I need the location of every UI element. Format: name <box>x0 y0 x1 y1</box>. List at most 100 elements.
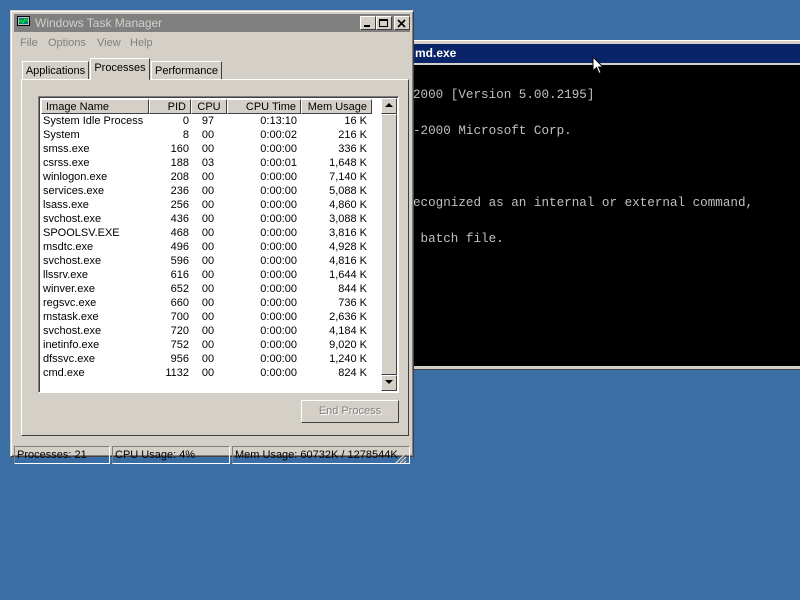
scroll-thumb[interactable] <box>381 114 397 375</box>
process-cpu: 00 <box>201 283 215 295</box>
table-row[interactable]: svchost.exe 436 00 0:00:00 3,088 K <box>41 212 382 226</box>
process-name: winver.exe <box>43 283 95 295</box>
status-mem-usage: Mem Usage: 60732K / 1278544K <box>232 446 410 464</box>
table-row[interactable]: svchost.exe 596 00 0:00:00 4,816 K <box>41 254 382 268</box>
process-cpu-time: 0:00:00 <box>260 283 297 295</box>
process-name: cmd.exe <box>43 367 85 379</box>
process-name: msdtc.exe <box>43 241 94 253</box>
table-row[interactable]: System 8 00 0:00:02 216 K <box>41 128 382 142</box>
process-name: System <box>43 129 80 141</box>
process-pid: 660 <box>170 297 189 309</box>
process-pid: 160 <box>170 143 189 155</box>
process-name: svchost.exe <box>43 255 102 267</box>
task-manager-icon <box>17 16 30 28</box>
vertical-scrollbar[interactable] <box>381 98 397 391</box>
process-cpu: 00 <box>201 143 215 155</box>
table-row[interactable]: msdtc.exe 496 00 0:00:00 4,928 K <box>41 240 382 254</box>
process-pid: 256 <box>170 199 189 211</box>
process-mem-usage: 4,816 K <box>329 255 367 267</box>
resize-grip-icon[interactable] <box>395 452 407 464</box>
process-name: services.exe <box>43 185 105 197</box>
table-row[interactable]: lsass.exe 256 00 0:00:00 4,860 K <box>41 198 382 212</box>
table-row[interactable]: winlogon.exe 208 00 0:00:00 7,140 K <box>41 170 382 184</box>
menu-help[interactable]: Help <box>130 33 153 53</box>
table-row[interactable]: mstask.exe 700 00 0:00:00 2,636 K <box>41 310 382 324</box>
task-manager-window[interactable]: Windows Task Manager File Options View H… <box>10 10 414 464</box>
minimize-icon <box>364 25 370 27</box>
table-row[interactable]: smss.exe 160 00 0:00:00 336 K <box>41 142 382 156</box>
process-pid: 436 <box>170 213 189 225</box>
process-list[interactable]: Image Name PID CPU CPU Time Mem Usage Sy… <box>38 96 399 393</box>
table-row[interactable]: regsvc.exe 660 00 0:00:00 736 K <box>41 296 382 310</box>
process-cpu-time: 0:00:00 <box>260 199 297 211</box>
column-mem-usage[interactable]: Mem Usage <box>301 99 372 114</box>
end-process-button[interactable]: End Process <box>301 400 399 423</box>
tm-titlebar[interactable]: Windows Task Manager <box>14 14 410 32</box>
table-row[interactable]: cmd.exe 1132 00 0:00:00 824 K <box>41 366 382 380</box>
process-mem-usage: 824 K <box>338 367 367 379</box>
table-row[interactable]: dfssvc.exe 956 00 0:00:00 1,240 K <box>41 352 382 366</box>
table-row[interactable]: inetinfo.exe 752 00 0:00:00 9,020 K <box>41 338 382 352</box>
maximize-button[interactable] <box>376 16 392 30</box>
scroll-up-button[interactable] <box>381 98 397 114</box>
table-row[interactable]: winver.exe 652 00 0:00:00 844 K <box>41 282 382 296</box>
table-row[interactable]: llssrv.exe 616 00 0:00:00 1,644 K <box>41 268 382 282</box>
column-cpu[interactable]: CPU <box>191 99 227 114</box>
process-pid: 616 <box>170 269 189 281</box>
process-cpu: 00 <box>201 339 215 351</box>
minimize-button[interactable] <box>360 16 376 30</box>
process-name: winlogon.exe <box>43 171 108 183</box>
process-cpu-time: 0:00:00 <box>260 227 297 239</box>
process-pid: 596 <box>170 255 189 267</box>
table-row[interactable]: svchost.exe 720 00 0:00:00 4,184 K <box>41 324 382 338</box>
process-mem-usage: 736 K <box>338 297 367 309</box>
process-pid: 468 <box>170 227 189 239</box>
process-cpu: 00 <box>201 353 215 365</box>
menu-file[interactable]: File <box>20 33 38 53</box>
process-cpu: 00 <box>201 311 215 323</box>
table-row[interactable]: System Idle Process 0 97 0:13:10 16 K <box>41 114 382 128</box>
column-cpu-time[interactable]: CPU Time <box>227 99 301 114</box>
table-row[interactable]: services.exe 236 00 0:00:00 5,088 K <box>41 184 382 198</box>
process-cpu-time: 0:00:00 <box>260 297 297 309</box>
process-mem-usage: 3,088 K <box>329 213 367 225</box>
process-name: dfssvc.exe <box>43 353 95 365</box>
list-header: Image Name PID CPU CPU Time Mem Usage <box>41 99 382 114</box>
process-name: svchost.exe <box>43 325 102 337</box>
process-cpu-time: 0:13:10 <box>260 115 297 127</box>
tab-applications[interactable]: Applications <box>22 61 89 80</box>
process-name: System Idle Process <box>43 115 144 127</box>
tab-processes[interactable]: Processes <box>90 58 150 80</box>
menu-view[interactable]: View <box>97 33 121 53</box>
cmd-console[interactable]: 2000 [Version 5.00.2195] -2000 Microsoft… <box>408 65 800 366</box>
process-mem-usage: 216 K <box>338 129 367 141</box>
process-cpu: 00 <box>201 227 215 239</box>
close-button[interactable] <box>394 16 410 30</box>
arrow-down-icon <box>385 380 393 384</box>
column-pid[interactable]: PID <box>149 99 191 114</box>
tab-performance[interactable]: Performance <box>151 61 222 80</box>
column-image-name[interactable]: Image Name <box>41 99 149 114</box>
close-icon <box>397 19 406 28</box>
cmd-title: md.exe <box>415 46 457 60</box>
process-pid: 208 <box>170 171 189 183</box>
table-row[interactable]: csrss.exe 188 03 0:00:01 1,648 K <box>41 156 382 170</box>
status-processes: Processes: 21 <box>14 446 110 464</box>
cmd-titlebar[interactable]: md.exe <box>408 44 800 63</box>
process-name: svchost.exe <box>43 213 102 225</box>
process-pid: 700 <box>170 311 189 323</box>
process-cpu: 00 <box>201 199 215 211</box>
table-row[interactable]: SPOOLSV.EXE 468 00 0:00:00 3,816 K <box>41 226 382 240</box>
process-cpu-time: 0:00:00 <box>260 185 297 197</box>
process-rows: System Idle Process 0 97 0:13:10 16 K System 8… <box>41 114 382 391</box>
menu-options[interactable]: Options <box>48 33 86 53</box>
process-mem-usage: 3,816 K <box>329 227 367 239</box>
process-cpu: 00 <box>201 325 215 337</box>
cmd-window[interactable]: md.exe 2000 [Version 5.00.2195] -2000 Mi… <box>405 40 800 370</box>
process-cpu-time: 0:00:02 <box>260 129 297 141</box>
process-name: inetinfo.exe <box>43 339 100 351</box>
scroll-down-button[interactable] <box>381 375 397 391</box>
process-cpu: 00 <box>201 171 215 183</box>
console-line: ecognized as an internal or external com… <box>413 196 754 210</box>
